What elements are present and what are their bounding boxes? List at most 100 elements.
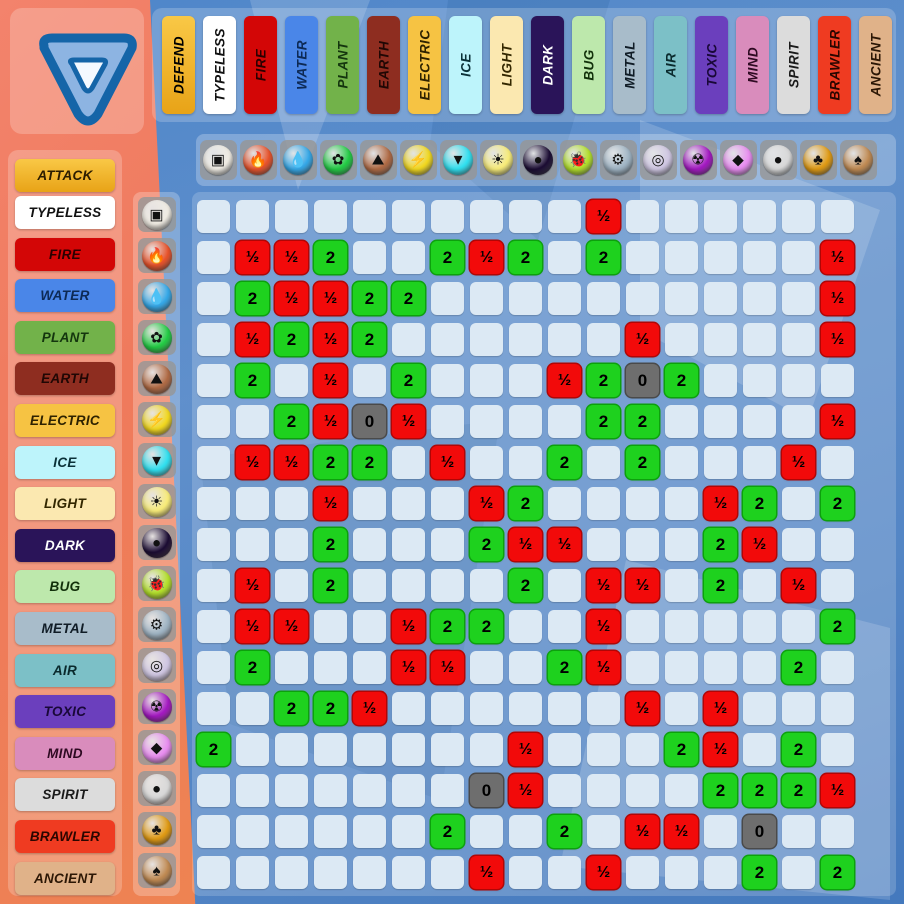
matrix-cell[interactable]: 2	[743, 774, 776, 807]
matrix-cell[interactable]	[470, 692, 503, 725]
matrix-cell[interactable]	[392, 692, 425, 725]
matrix-cell[interactable]	[197, 487, 230, 520]
matrix-cell[interactable]: ½	[275, 610, 308, 643]
matrix-cell[interactable]: 2	[704, 569, 737, 602]
matrix-cell[interactable]	[626, 200, 659, 233]
matrix-cell[interactable]: ½	[470, 487, 503, 520]
matrix-cell[interactable]: ½	[236, 610, 269, 643]
matrix-cell[interactable]: ½	[821, 405, 854, 438]
matrix-cell[interactable]: 2	[626, 446, 659, 479]
matrix-cell[interactable]: ½	[821, 282, 854, 315]
matrix-cell[interactable]: ½	[431, 651, 464, 684]
matrix-cell[interactable]: 2	[782, 651, 815, 684]
matrix-cell[interactable]: ½	[314, 364, 347, 397]
matrix-cell[interactable]: 2	[821, 487, 854, 520]
matrix-cell[interactable]: 2	[743, 487, 776, 520]
matrix-cell[interactable]	[314, 651, 347, 684]
matrix-cell[interactable]	[743, 569, 776, 602]
matrix-cell[interactable]	[626, 856, 659, 889]
matrix-cell[interactable]	[197, 405, 230, 438]
column-earth-icon[interactable]: ⛰	[359, 140, 397, 180]
attack-type-dark[interactable]: DARK	[15, 528, 115, 562]
matrix-cell[interactable]	[509, 815, 542, 848]
matrix-cell[interactable]	[587, 282, 620, 315]
matrix-cell[interactable]: 2	[275, 405, 308, 438]
matrix-cell[interactable]: 2	[314, 446, 347, 479]
matrix-cell[interactable]	[509, 200, 542, 233]
matrix-cell[interactable]	[821, 733, 854, 766]
matrix-cell[interactable]	[743, 200, 776, 233]
row-fire-icon[interactable]: 🔥	[137, 238, 176, 273]
matrix-cell[interactable]	[782, 528, 815, 561]
matrix-cell[interactable]	[743, 282, 776, 315]
matrix-cell[interactable]: ½	[236, 323, 269, 356]
matrix-cell[interactable]: 2	[353, 282, 386, 315]
matrix-cell[interactable]	[431, 323, 464, 356]
matrix-cell[interactable]: ½	[821, 323, 854, 356]
matrix-cell[interactable]	[743, 651, 776, 684]
matrix-cell[interactable]	[782, 692, 815, 725]
matrix-cell[interactable]	[431, 528, 464, 561]
attack-type-plant[interactable]: PLANT	[15, 320, 115, 354]
matrix-cell[interactable]	[782, 241, 815, 274]
row-brawler-icon[interactable]: ♣	[137, 812, 176, 847]
matrix-cell[interactable]: ½	[392, 651, 425, 684]
matrix-cell[interactable]	[704, 651, 737, 684]
matrix-cell[interactable]	[821, 692, 854, 725]
matrix-cell[interactable]	[197, 364, 230, 397]
matrix-cell[interactable]: ½	[314, 405, 347, 438]
matrix-cell[interactable]	[353, 241, 386, 274]
matrix-cell[interactable]	[314, 815, 347, 848]
column-air-icon[interactable]: ◎	[639, 140, 677, 180]
matrix-cell[interactable]	[548, 733, 581, 766]
column-electric-icon[interactable]: ⚡	[399, 140, 437, 180]
matrix-cell[interactable]	[353, 651, 386, 684]
matrix-cell[interactable]	[782, 282, 815, 315]
matrix-cell[interactable]	[392, 446, 425, 479]
matrix-cell[interactable]	[275, 733, 308, 766]
matrix-cell[interactable]	[236, 774, 269, 807]
matrix-cell[interactable]: ½	[704, 487, 737, 520]
matrix-cell[interactable]	[626, 733, 659, 766]
matrix-cell[interactable]	[587, 774, 620, 807]
matrix-cell[interactable]	[743, 241, 776, 274]
defend-type-light[interactable]: LIGHT	[490, 16, 523, 114]
matrix-cell[interactable]	[782, 364, 815, 397]
matrix-cell[interactable]	[821, 528, 854, 561]
matrix-cell[interactable]: 2	[665, 733, 698, 766]
matrix-cell[interactable]	[431, 405, 464, 438]
defend-type-water[interactable]: WATER	[285, 16, 318, 114]
matrix-cell[interactable]	[197, 528, 230, 561]
matrix-cell[interactable]	[704, 200, 737, 233]
matrix-cell[interactable]	[314, 774, 347, 807]
defend-type-bug[interactable]: BUG	[572, 16, 605, 114]
matrix-cell[interactable]	[821, 815, 854, 848]
matrix-cell[interactable]	[197, 774, 230, 807]
matrix-cell[interactable]: ½	[548, 528, 581, 561]
matrix-cell[interactable]: 2	[314, 528, 347, 561]
matrix-cell[interactable]	[782, 487, 815, 520]
matrix-cell[interactable]	[587, 446, 620, 479]
row-earth-icon[interactable]: ⛰	[137, 361, 176, 396]
attack-type-spirit[interactable]: SPIRIT	[15, 778, 115, 812]
matrix-cell[interactable]	[431, 692, 464, 725]
defend-type-electric[interactable]: ELECTRIC	[408, 16, 441, 114]
matrix-cell[interactable]: 2	[626, 405, 659, 438]
matrix-cell[interactable]: 2	[392, 364, 425, 397]
matrix-cell[interactable]	[470, 323, 503, 356]
matrix-cell[interactable]	[236, 815, 269, 848]
matrix-cell[interactable]	[548, 692, 581, 725]
matrix-cell[interactable]	[197, 200, 230, 233]
matrix-cell[interactable]	[821, 651, 854, 684]
column-light-icon[interactable]: ☀	[479, 140, 517, 180]
matrix-cell[interactable]	[587, 815, 620, 848]
matrix-cell[interactable]	[548, 487, 581, 520]
matrix-cell[interactable]: 2	[704, 774, 737, 807]
matrix-cell[interactable]	[665, 200, 698, 233]
matrix-cell[interactable]	[236, 856, 269, 889]
matrix-cell[interactable]: ½	[821, 241, 854, 274]
matrix-cell[interactable]: 2	[548, 446, 581, 479]
matrix-cell[interactable]	[626, 774, 659, 807]
matrix-cell[interactable]	[275, 774, 308, 807]
matrix-cell[interactable]	[821, 364, 854, 397]
